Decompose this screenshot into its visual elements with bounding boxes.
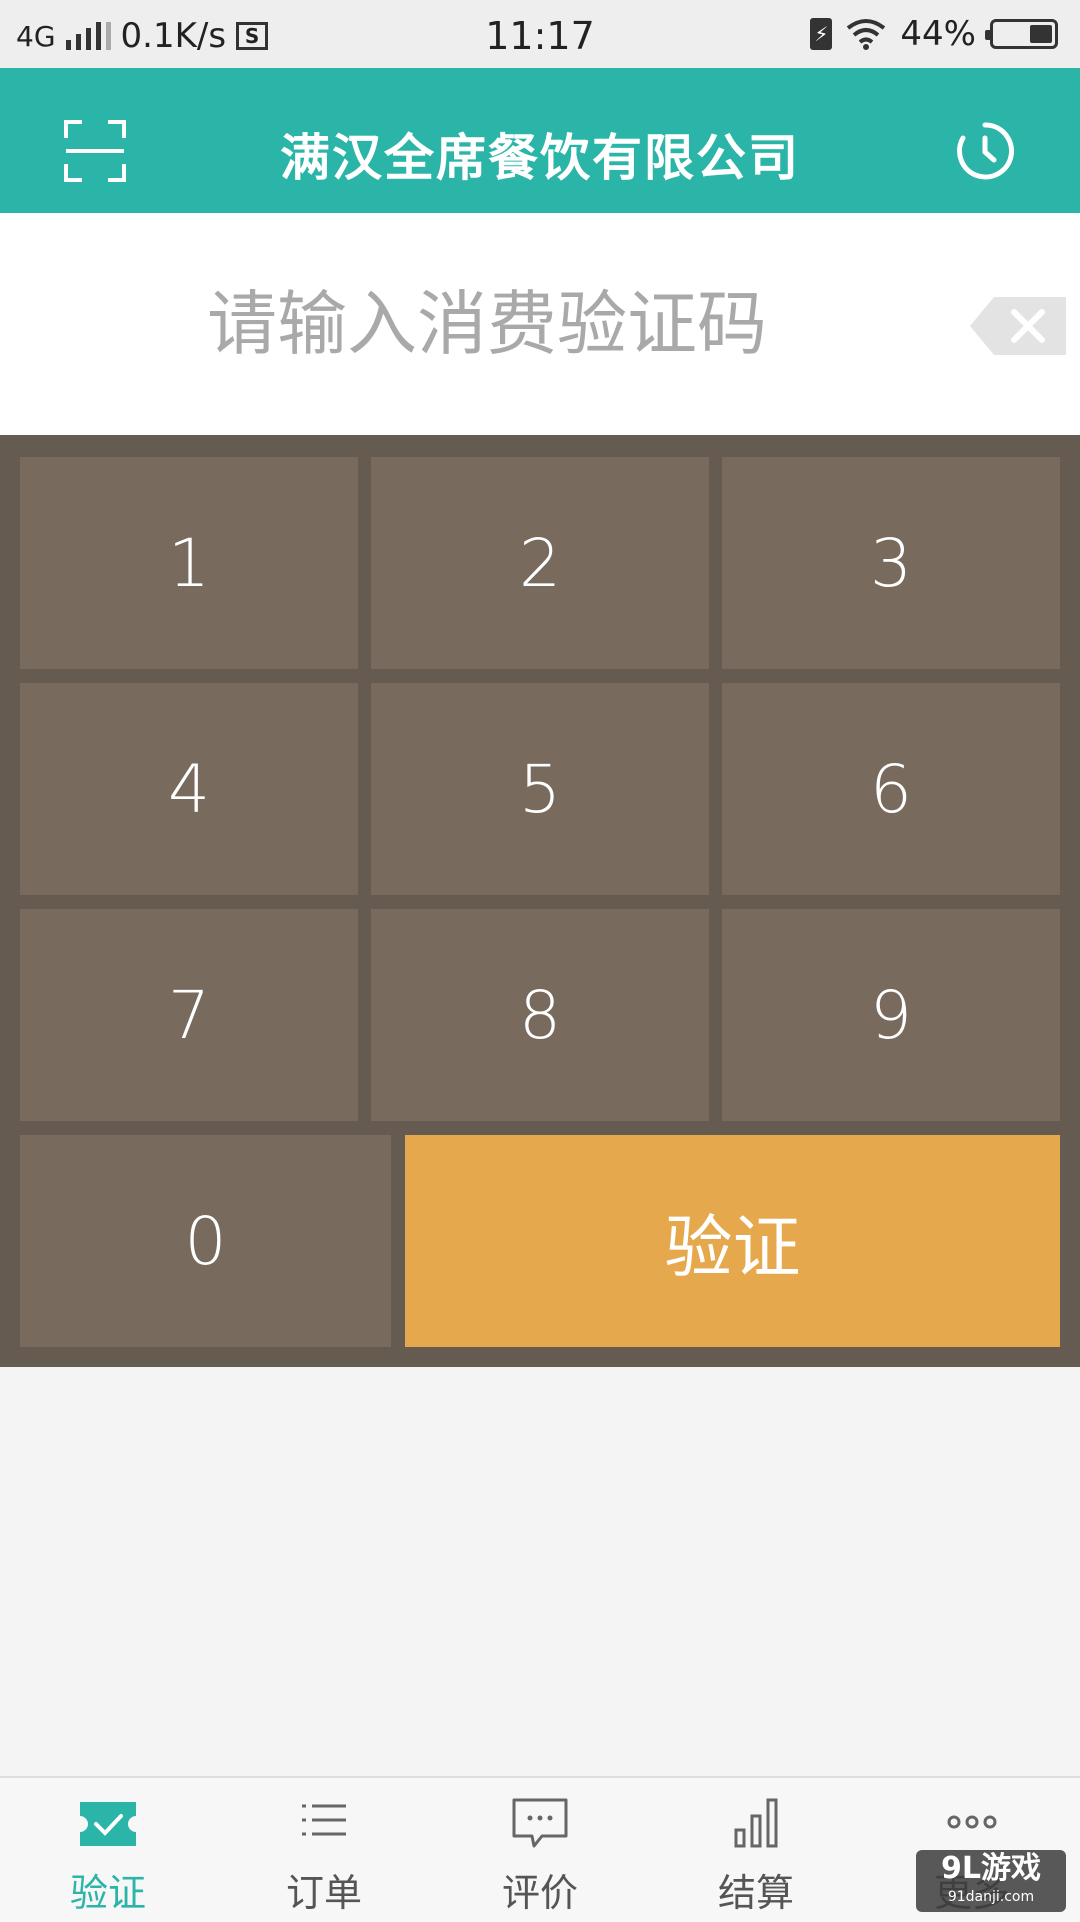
app-header: 满汉全席餐饮有限公司	[0, 68, 1080, 213]
battery-icon	[985, 19, 1058, 49]
key-0[interactable]: 0	[20, 1135, 391, 1347]
numeric-keypad: 1 2 3 4 5 6 7 8 9 0 验证	[0, 435, 1080, 1367]
watermark-title: 9L游戏	[941, 1851, 1041, 1886]
tab-reviews[interactable]: 评价	[432, 1778, 648, 1922]
page-title: 满汉全席餐饮有限公司	[280, 129, 800, 187]
key-5[interactable]: 5	[371, 683, 709, 895]
key-4[interactable]: 4	[20, 683, 358, 895]
tab-settlement[interactable]: 结算	[648, 1778, 864, 1922]
key-3[interactable]: 3	[722, 457, 1060, 669]
ticket-check-icon	[80, 1802, 136, 1846]
key-2[interactable]: 2	[371, 457, 709, 669]
list-icon	[302, 1804, 346, 1836]
tab-label: 评价	[501, 1871, 578, 1915]
history-button[interactable]	[954, 120, 1016, 182]
battery-percent: 44%	[900, 14, 976, 54]
verification-code-input[interactable]	[150, 273, 824, 375]
tab-verify[interactable]: 验证	[0, 1778, 216, 1922]
tab-label: 订单	[285, 1871, 362, 1915]
key-7[interactable]: 7	[20, 909, 358, 1121]
wifi-icon	[846, 18, 886, 50]
system-status: ⚡ 44%	[810, 14, 1058, 54]
comment-icon	[512, 1798, 568, 1848]
history-clock-icon	[957, 122, 1015, 180]
bar-chart-icon	[734, 1798, 778, 1848]
key-8[interactable]: 8	[371, 909, 709, 1121]
code-input-area	[0, 213, 1080, 435]
backspace-icon	[970, 297, 1066, 355]
status-bar: 4G 0.1K/s S 11:17 ⚡ 44%	[0, 0, 1080, 68]
key-9[interactable]: 9	[722, 909, 1060, 1121]
verify-button[interactable]: 验证	[405, 1135, 1060, 1347]
key-1[interactable]: 1	[20, 457, 358, 669]
watermark-subtitle: 91danji.com	[947, 1889, 1035, 1905]
watermark-logo: 9L游戏 91danji.com	[916, 1850, 1066, 1912]
tab-label: 结算	[717, 1871, 794, 1915]
more-icon	[947, 1815, 997, 1829]
backspace-button[interactable]	[970, 295, 1066, 357]
tab-orders[interactable]: 订单	[216, 1778, 432, 1922]
tab-label: 验证	[69, 1871, 146, 1915]
key-6[interactable]: 6	[722, 683, 1060, 895]
charging-icon: ⚡	[810, 18, 833, 50]
